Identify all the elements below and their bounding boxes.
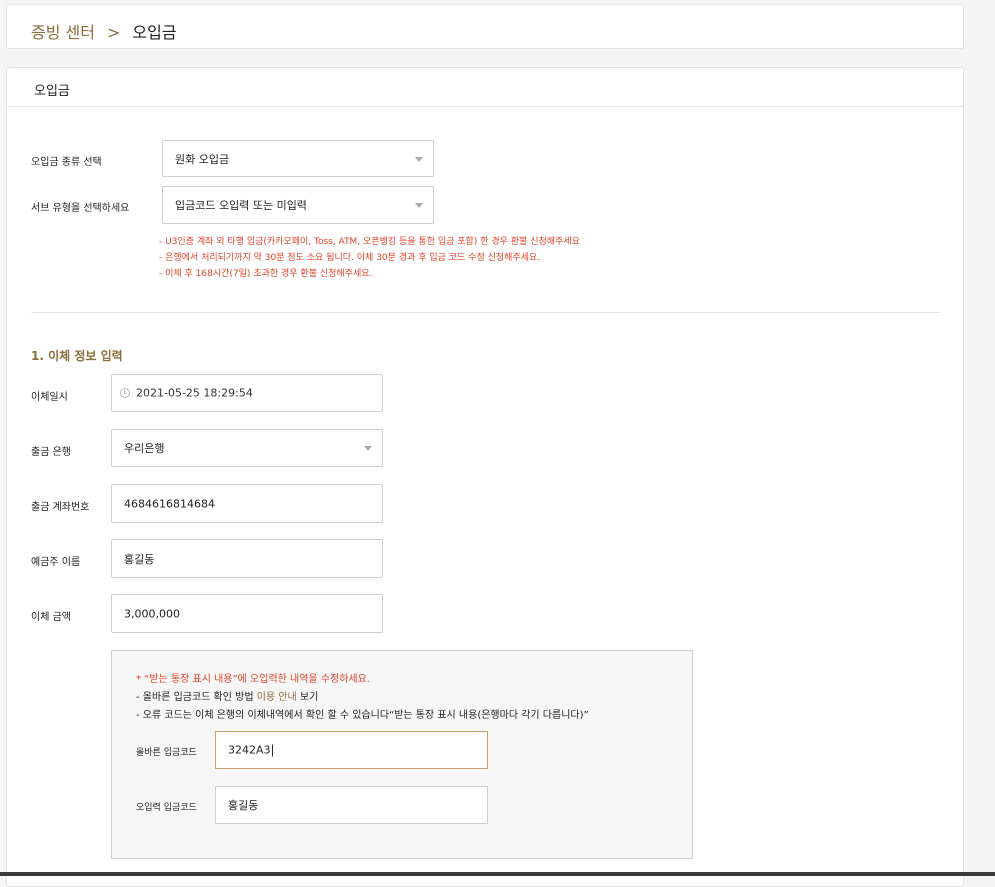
- correct-code-value: 3242A3: [228, 743, 271, 757]
- type-label: 오입금 종류 선택: [31, 157, 102, 168]
- notice-item: - 은행에서 처리되기까지 약 30분 정도 소요 됩니다. 이체 30분 경과…: [159, 253, 541, 263]
- chevron-down-icon: [415, 156, 423, 162]
- main-panel: 오입금 오입금 종류 선택 원화 오입금 서브 유형을 선택하세요 입금코드 오…: [6, 67, 964, 887]
- type-select[interactable]: 원화 오입금: [162, 140, 434, 177]
- amount-input[interactable]: 3,000,000: [111, 594, 383, 633]
- holder-value: 홍길동: [124, 552, 155, 566]
- breadcrumb-parent[interactable]: 증빙 센터: [31, 23, 95, 42]
- panel-title: 오입금: [34, 84, 70, 99]
- chevron-down-icon: [415, 203, 423, 208]
- info-line-2-suffix: 보기: [296, 692, 319, 703]
- holder-label: 예금주 이름: [31, 557, 81, 568]
- deposit-code-info-box: * “받는 통장 표시 내용”에 오입력한 내역을 수정하세요. - 올바른 입…: [111, 650, 693, 859]
- holder-input[interactable]: 홍길동: [111, 539, 383, 578]
- panel-header: 오입금: [7, 68, 963, 107]
- wrong-code-input[interactable]: 홍길동: [215, 786, 488, 824]
- subtype-select[interactable]: 입금코드 오입력 또는 미입력: [162, 186, 434, 224]
- wrong-code-label: 오입력 입금코드: [136, 803, 197, 813]
- window-bottom-edge: [0, 872, 995, 876]
- info-line-2: - 올바른 입금코드 확인 방법 이용 안내 보기: [136, 688, 318, 703]
- breadcrumb-current: 오입금: [132, 23, 177, 42]
- correct-code-label: 올바른 입금코드: [136, 748, 197, 758]
- account-value: 4684616814684: [124, 497, 215, 510]
- amount-label: 이체 금액: [31, 612, 71, 623]
- bank-select-value: 우리은행: [124, 442, 165, 455]
- datetime-value: 2021-05-25 18:29:54: [136, 386, 253, 400]
- section-title: 1. 이체 정보 입력: [31, 349, 123, 363]
- bank-select[interactable]: 우리은행: [111, 429, 383, 467]
- account-label: 출금 계좌번호: [31, 502, 90, 513]
- datetime-input[interactable]: 2021-05-25 18:29:54: [111, 374, 383, 412]
- wrong-code-value: 홍길동: [228, 799, 259, 812]
- type-select-value: 원화 오입금: [175, 152, 230, 166]
- breadcrumb-separator: >: [106, 23, 121, 42]
- correct-code-input[interactable]: 3242A3: [215, 731, 488, 769]
- bank-label: 출금 은행: [31, 447, 71, 458]
- notice-item: - 이체 후 168시간(7일) 초과한 경우 환불 신청해주세요.: [159, 269, 373, 279]
- divider: [31, 312, 941, 313]
- notice-list: - U3인증 계좌 외 타행 입금(카카오페이, Toss, ATM, 오픈뱅킹…: [159, 234, 580, 282]
- info-line-1: * “받는 통장 표시 내용”에 오입력한 내역을 수정하세요.: [136, 674, 370, 685]
- clock-icon: [120, 388, 130, 398]
- info-line-3: - 오류 코드는 이체 은행의 이체내역에서 확인 할 수 있습니다“받는 통장…: [136, 710, 589, 721]
- amount-value: 3,000,000: [124, 607, 180, 620]
- notice-item: - U3인증 계좌 외 타행 입금(카카오페이, Toss, ATM, 오픈뱅킹…: [159, 237, 580, 247]
- subtype-label: 서브 유형을 선택하세요: [31, 203, 130, 214]
- account-input[interactable]: 4684616814684: [111, 484, 383, 523]
- breadcrumb: 증빙 센터 > 오입금: [31, 19, 177, 43]
- datetime-label: 이체일시: [31, 392, 68, 403]
- breadcrumb-bar: 증빙 센터 > 오입금: [6, 4, 964, 49]
- info-line-2-text: - 올바른 입금코드 확인 방법: [136, 692, 257, 703]
- subtype-select-value: 입금코드 오입력 또는 미입력: [175, 199, 307, 212]
- usage-guide-link[interactable]: 이용 안내: [257, 692, 297, 703]
- chevron-down-icon: [364, 446, 372, 451]
